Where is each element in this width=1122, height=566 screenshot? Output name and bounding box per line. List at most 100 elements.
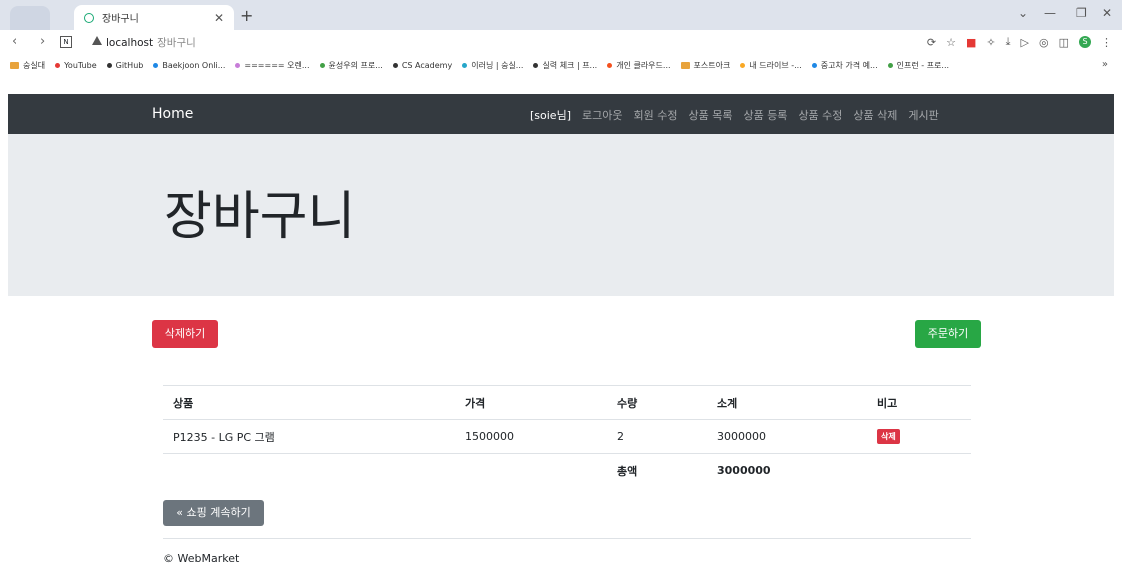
nav-link[interactable]: 상품 삭제 bbox=[853, 107, 897, 123]
bookmarks-more-icon[interactable]: » bbox=[1102, 59, 1108, 70]
order-button[interactable]: 주문하기 bbox=[915, 320, 981, 348]
favicon-icon bbox=[607, 62, 613, 68]
bookmark-label: GitHub bbox=[115, 60, 144, 70]
download-icon[interactable]: ⤓ bbox=[1006, 35, 1011, 49]
nav-user-name: [soie님] bbox=[530, 109, 571, 122]
warning-icon[interactable] bbox=[92, 36, 102, 45]
bookmark-item[interactable]: 이러닝 | 숭실... bbox=[462, 60, 523, 71]
total-label: 총액 bbox=[607, 453, 707, 487]
bookmark-item[interactable]: 내 드라이브 -... bbox=[740, 60, 802, 71]
nav-link[interactable]: 로그아웃 bbox=[582, 107, 622, 123]
total-value: 3000000 bbox=[707, 453, 867, 487]
back-icon[interactable]: ‹ bbox=[12, 34, 17, 49]
total-empty-cell bbox=[163, 453, 455, 487]
bookmark-item[interactable]: 윤성우의 프로... bbox=[319, 60, 383, 71]
extension-puzzle-icon[interactable]: ✧ bbox=[986, 36, 995, 49]
cell-qty: 2 bbox=[607, 419, 707, 454]
favicon-icon bbox=[106, 62, 112, 68]
bookmark-item[interactable]: 숭실대 bbox=[10, 60, 45, 71]
bookmark-label: ====== 오렌... bbox=[244, 60, 310, 70]
sidepanel-icon[interactable]: ◫ bbox=[1059, 36, 1069, 49]
bookmark-item[interactable]: 중고차 가격 예... bbox=[811, 60, 878, 71]
header-remark: 비고 bbox=[867, 385, 971, 420]
bookmark-item[interactable]: Baekjoon Onli... bbox=[153, 61, 225, 70]
nav-link[interactable]: 회원 수정 bbox=[633, 107, 677, 123]
bookmark-item[interactable]: 인프런 - 프로... bbox=[887, 60, 950, 71]
nav-link[interactable]: 게시판 bbox=[908, 107, 938, 123]
total-empty-cell bbox=[867, 453, 971, 487]
active-tab[interactable]: 장바구니 ✕ bbox=[74, 5, 234, 30]
bookmark-label: 중고차 가격 예... bbox=[820, 60, 878, 70]
cell-subtotal: 3000000 bbox=[707, 419, 867, 454]
extension-icon[interactable]: ■ bbox=[966, 36, 976, 49]
menu-icon[interactable]: ⋮ bbox=[1101, 36, 1112, 49]
nav-link[interactable]: 상품 등록 bbox=[743, 107, 787, 123]
cart-table: 상품 가격 수량 소계 비고 P1235 - LG PC 그램 1500000 … bbox=[163, 385, 971, 487]
tab-title: 장바구니 bbox=[102, 14, 139, 25]
bookmark-item[interactable]: GitHub bbox=[106, 60, 144, 70]
nav-link[interactable]: 상품 목록 bbox=[688, 107, 732, 123]
table-row: P1235 - LG PC 그램 1500000 2 3000000 삭제 bbox=[163, 419, 971, 454]
window-close-icon[interactable]: ✕ bbox=[1102, 6, 1112, 20]
site-info-icon[interactable]: N bbox=[60, 36, 72, 48]
folder-icon bbox=[10, 61, 19, 69]
url-field[interactable]: localhost 장바구니 bbox=[106, 35, 196, 50]
page-title: 장바구니 bbox=[164, 187, 356, 247]
translate-icon[interactable]: ⟳ bbox=[927, 36, 936, 49]
bookmark-label: 개인 클라우드... bbox=[616, 60, 671, 70]
favicon-icon bbox=[811, 62, 817, 68]
header-product: 상품 bbox=[163, 385, 455, 420]
browser-toolbar-icons: ⟳ ☆ ■ ✧ ⤓ ▷ ◎ ◫ S ⋮ bbox=[927, 35, 1112, 49]
bookmark-label: 윤성우의 프로... bbox=[328, 60, 383, 70]
cell-product: P1235 - LG PC 그램 bbox=[163, 419, 455, 454]
close-tab-icon[interactable]: ✕ bbox=[214, 11, 224, 25]
bookmark-star-icon[interactable]: ☆ bbox=[946, 36, 956, 49]
cell-price: 1500000 bbox=[455, 419, 607, 454]
bookmark-item[interactable]: CS Academy bbox=[392, 61, 452, 70]
bookmark-item[interactable]: 실력 체크 | 프... bbox=[533, 60, 597, 71]
tab-search-icon[interactable]: ⌄ bbox=[1018, 6, 1028, 20]
bookmark-item[interactable]: 개인 클라우드... bbox=[607, 60, 671, 71]
bookmark-label: Baekjoon Onli... bbox=[162, 60, 226, 70]
url-host: localhost bbox=[106, 37, 154, 49]
bookmark-item[interactable]: 포스트아크 bbox=[680, 60, 731, 71]
new-tab-icon[interactable]: + bbox=[240, 6, 253, 25]
bookmark-item[interactable]: ====== 오렌... bbox=[235, 60, 310, 71]
header-price: 가격 bbox=[455, 385, 607, 420]
bookmark-item[interactable]: YouTube bbox=[55, 61, 97, 70]
jumbotron: 장바구니 bbox=[8, 134, 1114, 296]
footer-copyright: © WebMarket bbox=[163, 552, 240, 565]
favicon-icon bbox=[392, 62, 398, 68]
favicon-icon bbox=[462, 62, 468, 68]
url-path: 장바구니 bbox=[157, 37, 196, 49]
nav-link[interactable]: 상품 수정 bbox=[798, 107, 842, 123]
inactive-tab[interactable] bbox=[10, 6, 50, 30]
delete-cart-button[interactable]: 삭제하기 bbox=[152, 320, 218, 348]
total-row: 총액 3000000 bbox=[163, 453, 971, 487]
header-subtotal: 소계 bbox=[707, 385, 867, 420]
browser-tab-strip: 장바구니 ✕ + ⌄ — ❐ ✕ bbox=[0, 0, 1122, 30]
table-header-row: 상품 가격 수량 소계 비고 bbox=[163, 385, 971, 420]
restore-icon[interactable]: ❐ bbox=[1076, 6, 1087, 20]
bookmark-label: 이러닝 | 숭실... bbox=[471, 60, 524, 70]
reader-icon[interactable]: ▷ bbox=[1021, 36, 1029, 49]
forward-icon[interactable]: › bbox=[40, 34, 45, 49]
tab-favicon-icon bbox=[84, 12, 94, 23]
minimize-icon[interactable]: — bbox=[1044, 6, 1056, 20]
bookmark-label: 인프런 - 프로... bbox=[896, 60, 950, 70]
favicon-icon bbox=[55, 62, 61, 68]
folder-icon bbox=[680, 61, 690, 69]
screenshot-icon[interactable]: ◎ bbox=[1039, 36, 1049, 49]
nav-brand-home[interactable]: Home bbox=[152, 106, 193, 122]
bookmark-label: 내 드라이브 -... bbox=[749, 60, 802, 70]
continue-shopping-button[interactable]: « 쇼핑 계속하기 bbox=[163, 500, 264, 526]
favicon-icon bbox=[740, 62, 746, 68]
bookmark-label: 포스트아크 bbox=[693, 60, 731, 70]
profile-avatar[interactable]: S bbox=[1079, 36, 1091, 48]
delete-item-badge[interactable]: 삭제 bbox=[877, 429, 900, 444]
bookmark-label: 실력 체크 | 프... bbox=[542, 60, 598, 70]
footer-divider bbox=[163, 538, 971, 539]
bookmarks-bar: 숭실대 YouTube GitHub Baekjoon Onli... ====== 오… bbox=[0, 54, 1122, 76]
nav-links: [soie님] 로그아웃 회원 수정 상품 목록 상품 등록 상품 수정 상품 삭제 게시판 bbox=[530, 107, 939, 123]
address-bar-row: ‹ › N localhost 장바구니 ⟳ ☆ ■ ✧ ⤓ ▷ ◎ ◫ S ⋮ bbox=[0, 30, 1122, 54]
